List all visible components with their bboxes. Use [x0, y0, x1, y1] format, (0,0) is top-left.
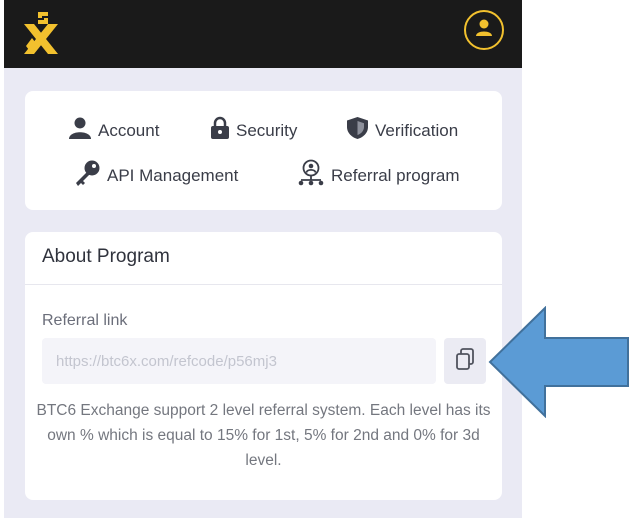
referral-program-description: BTC6 Exchange support 2 level referral s… — [36, 402, 491, 469]
nav-account[interactable]: Account — [68, 116, 159, 145]
about-program-title: About Program — [42, 246, 170, 267]
account-nav-card: Account Security Verification API Manage… — [25, 91, 502, 210]
copy-icon — [454, 347, 476, 376]
nav-api-management-label: API Management — [107, 165, 239, 185]
nav-account-label: Account — [98, 120, 160, 140]
nav-verification-label: Verification — [375, 120, 459, 140]
nav-api-management[interactable]: API Management — [73, 159, 238, 192]
nav-verification[interactable]: Verification — [346, 116, 458, 145]
user-avatar-icon — [473, 17, 495, 44]
user-icon — [68, 116, 92, 145]
app-screen: Account Security Verification API Manage… — [4, 0, 522, 518]
nav-security-label: Security — [236, 120, 298, 140]
card-divider — [25, 284, 502, 285]
referral-network-icon — [297, 159, 325, 192]
profile-button[interactable] — [464, 10, 504, 50]
referral-link-field[interactable] — [42, 338, 436, 384]
arrow-left-icon — [488, 305, 634, 419]
nav-referral-program-label: Referral program — [331, 165, 460, 185]
btc6x-logo-icon[interactable] — [20, 10, 62, 56]
key-icon — [73, 159, 101, 192]
shield-icon — [346, 116, 369, 145]
nav-referral-program[interactable]: Referral program — [297, 159, 460, 192]
nav-security[interactable]: Security — [210, 116, 297, 145]
about-program-card: About Program Referral link BTC6 Exchang… — [25, 232, 502, 500]
copy-link-button[interactable] — [444, 338, 486, 384]
top-bar — [4, 0, 522, 68]
referral-link-label: Referral link — [42, 312, 128, 329]
lock-icon — [210, 116, 230, 145]
